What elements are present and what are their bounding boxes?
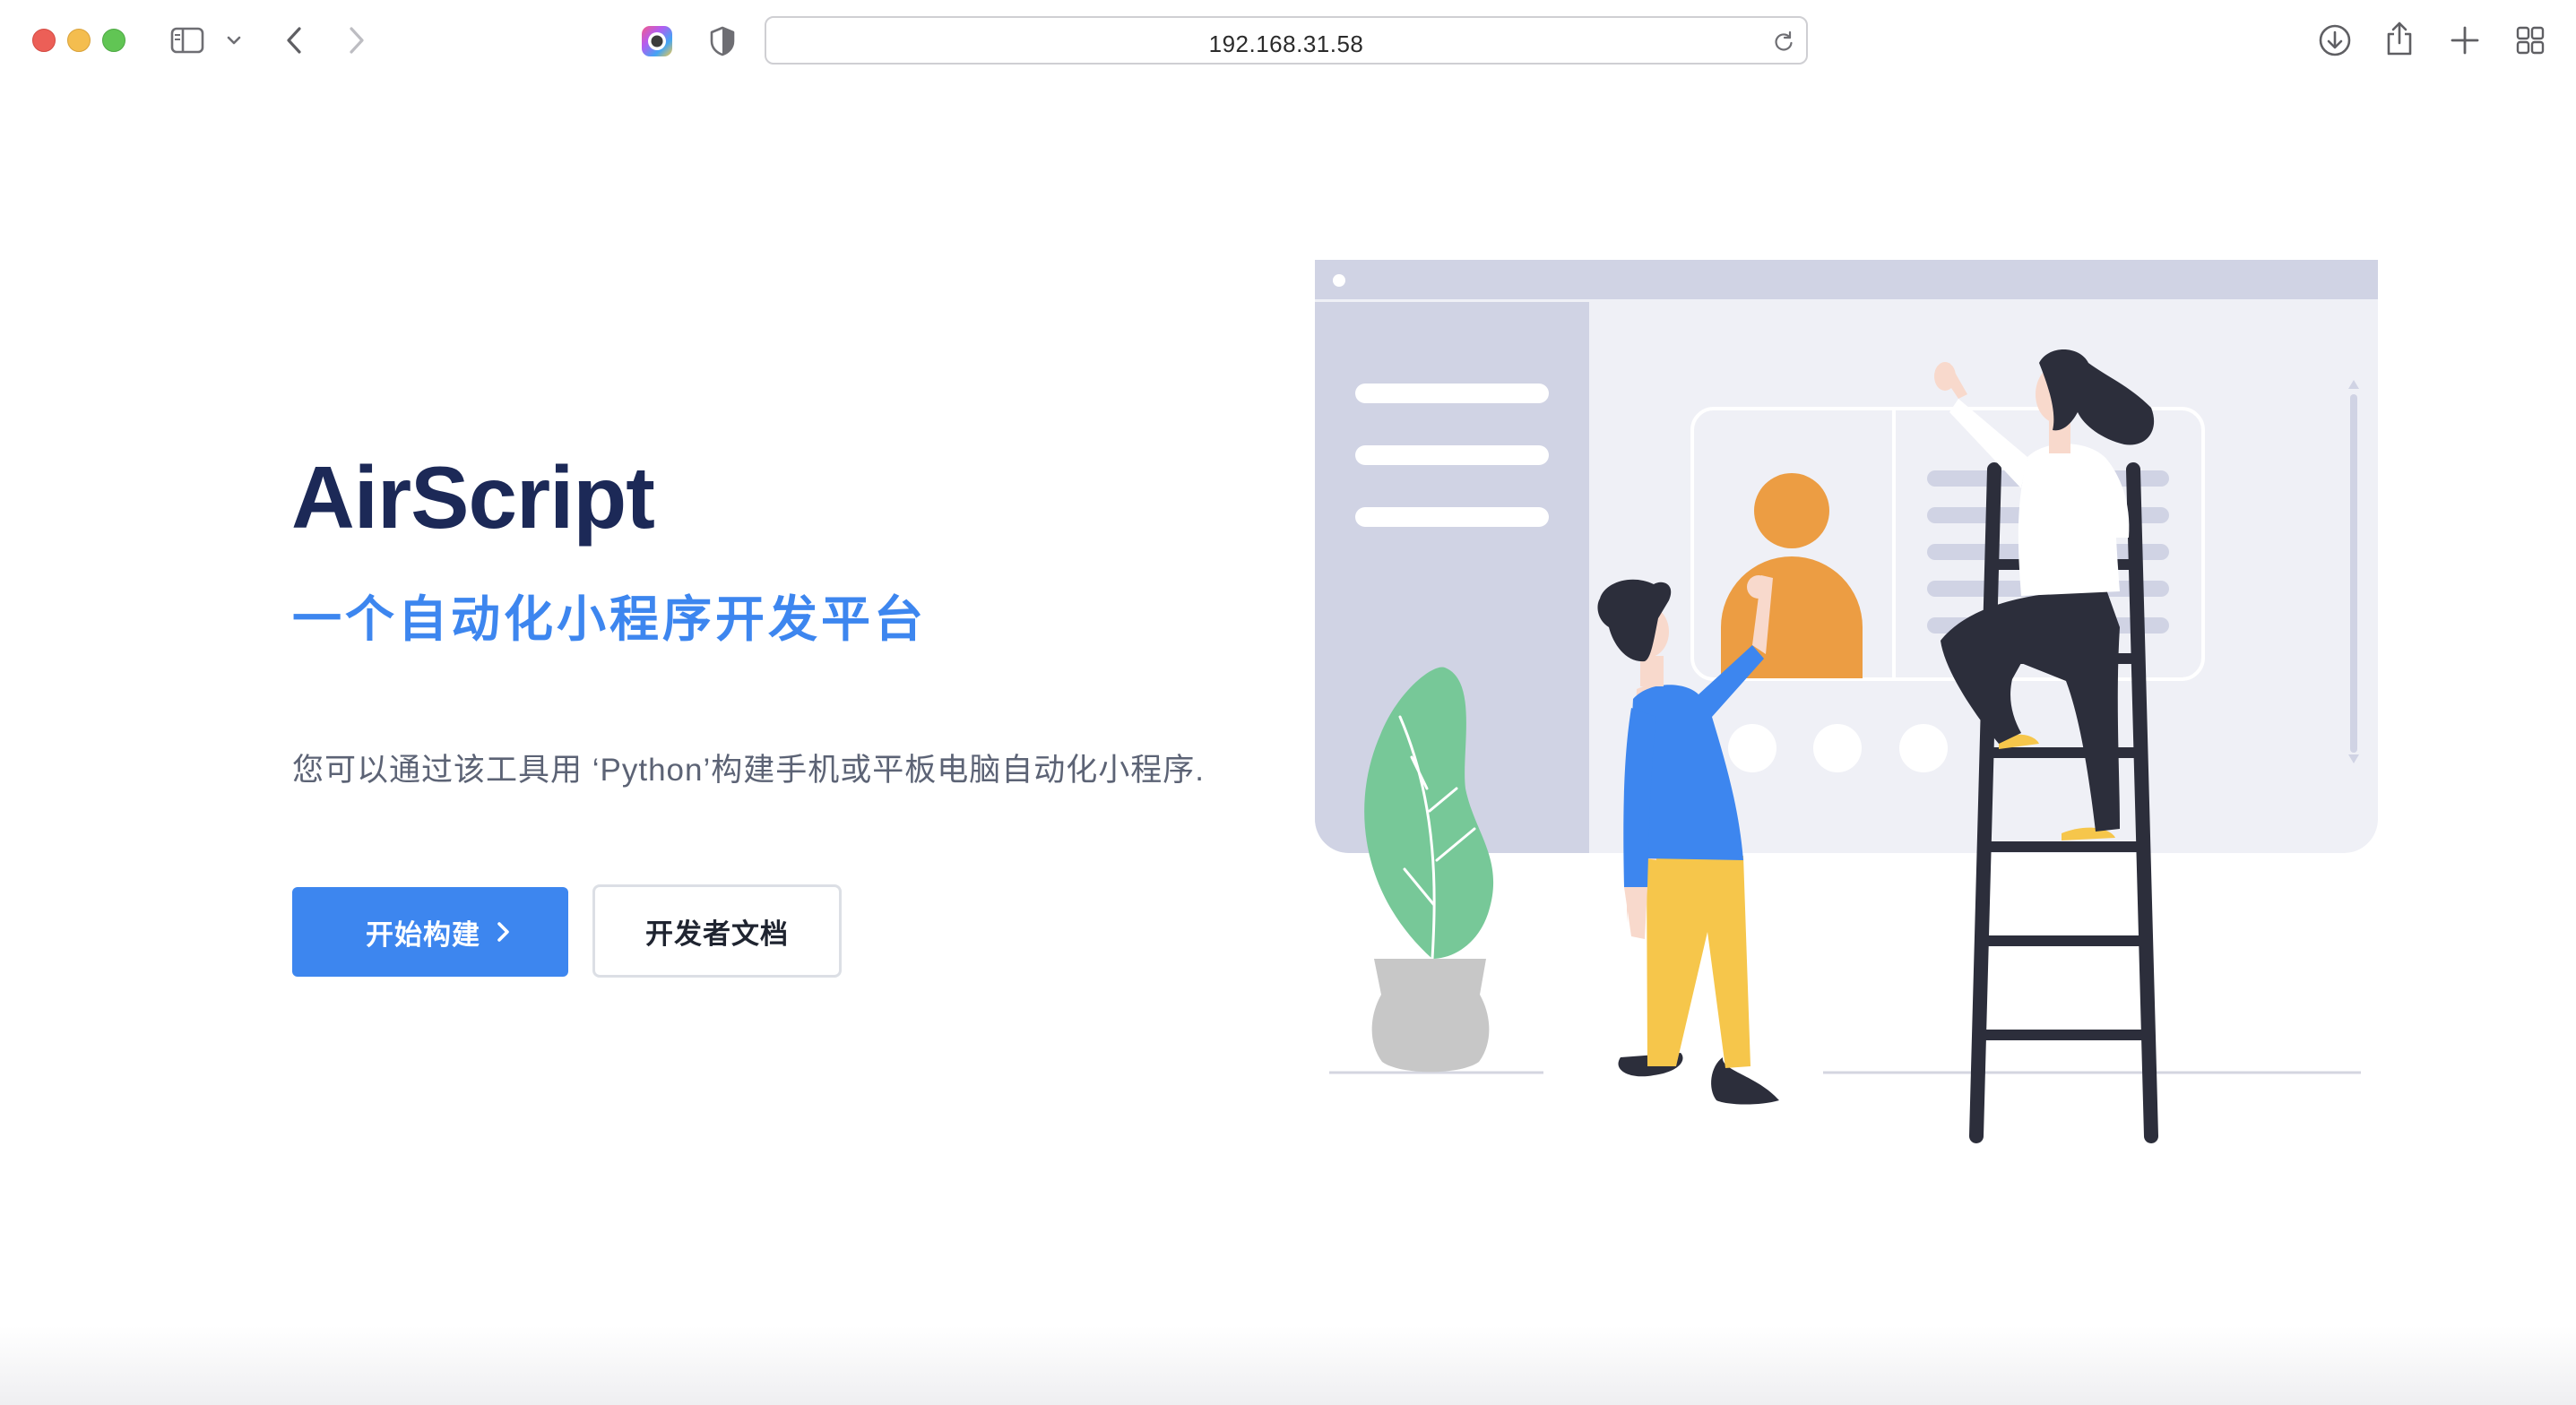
new-tab-icon[interactable] bbox=[2450, 25, 2480, 56]
minimize-window-button[interactable] bbox=[67, 29, 91, 52]
start-building-button[interactable]: 开始构建 bbox=[292, 887, 568, 977]
address-bar[interactable]: 192.168.31.58 bbox=[765, 16, 1808, 65]
chevron-down-icon[interactable] bbox=[226, 34, 242, 47]
zoom-window-button[interactable] bbox=[102, 29, 125, 52]
illustration-window bbox=[1315, 260, 2378, 853]
extension-icon[interactable] bbox=[640, 24, 674, 58]
start-building-label: 开始构建 bbox=[366, 918, 480, 951]
hero-description: 您可以通过该工具用 ‘Python’构建手机或平板电脑自动化小程序. bbox=[292, 753, 1205, 788]
reload-icon[interactable] bbox=[1772, 30, 1795, 53]
download-icon[interactable] bbox=[2318, 23, 2352, 57]
hero-illustration bbox=[1315, 260, 2378, 1143]
tab-overview-icon[interactable] bbox=[2515, 25, 2546, 56]
shield-icon[interactable] bbox=[708, 25, 737, 57]
sidebar-icon[interactable] bbox=[170, 27, 204, 54]
hero-subtitle: 一个自动化小程序开发平台 bbox=[292, 591, 928, 647]
close-window-button[interactable] bbox=[32, 29, 56, 52]
developer-docs-button[interactable]: 开发者文档 bbox=[592, 884, 842, 978]
back-icon[interactable] bbox=[283, 25, 305, 56]
browser-toolbar: 192.168.31.58 bbox=[0, 0, 2576, 82]
forward-icon[interactable] bbox=[346, 25, 367, 56]
hero-title: AirScript bbox=[291, 448, 655, 547]
share-icon[interactable] bbox=[2384, 20, 2415, 57]
developer-docs-label: 开发者文档 bbox=[645, 918, 789, 950]
bottom-edge-shadow bbox=[0, 1326, 2576, 1405]
chevron-right-icon bbox=[497, 922, 509, 942]
address-text: 192.168.31.58 bbox=[1208, 30, 1364, 57]
